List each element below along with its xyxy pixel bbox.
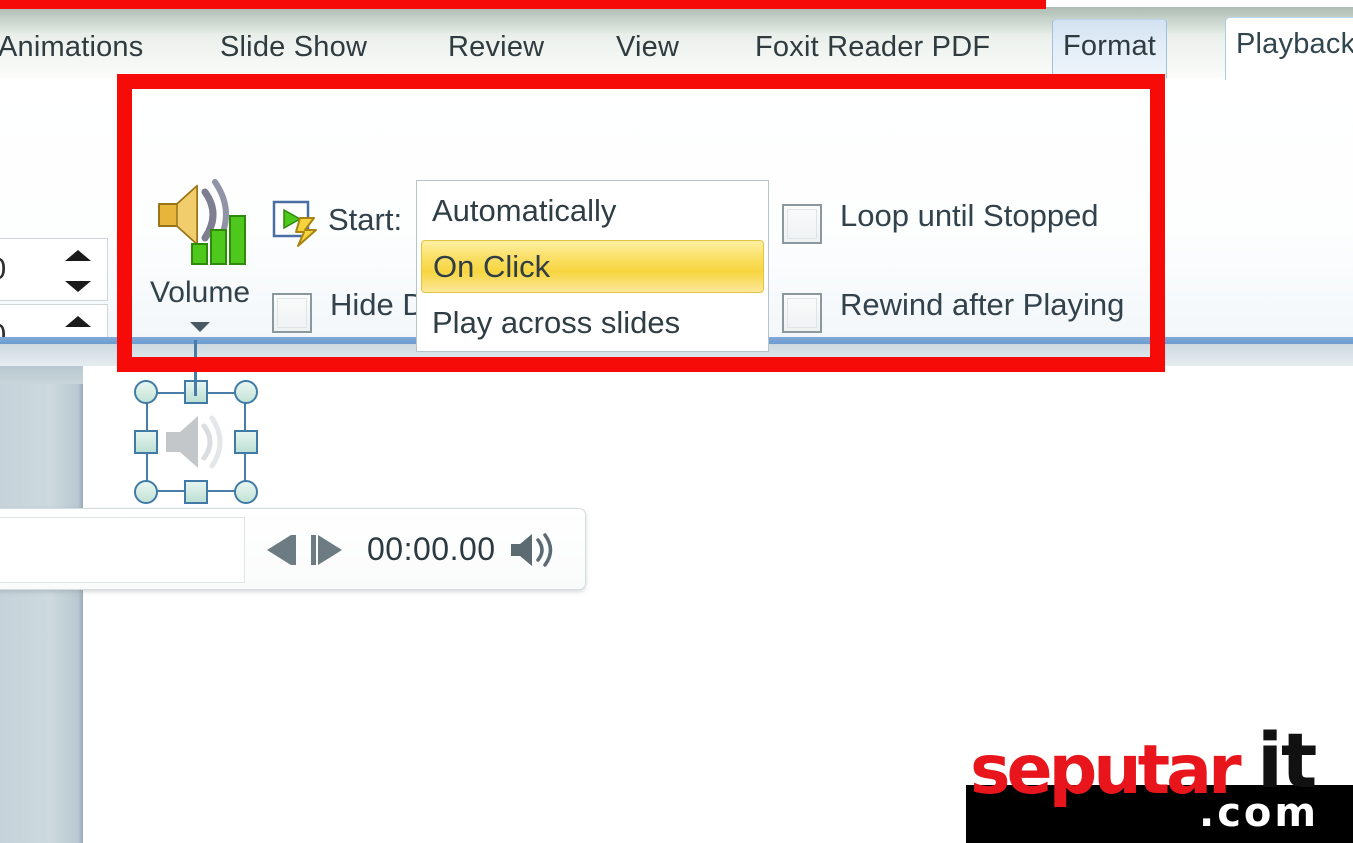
tab-slide-show-label: Slide Show (220, 31, 368, 63)
tab-slide-show[interactable]: Slide Show (210, 21, 377, 73)
dropdown-option-on-click[interactable]: On Click (421, 240, 764, 293)
chevron-down-icon[interactable] (190, 322, 210, 332)
audio-speaker-icon (160, 408, 232, 476)
tab-playback[interactable]: Playback (1225, 17, 1353, 80)
logo-word-seputar: seputar (970, 731, 1242, 810)
media-progress-track[interactable] (0, 517, 245, 583)
tab-format-label: Format (1063, 30, 1157, 62)
dropdown-option-automatically[interactable]: Automatically (421, 184, 764, 237)
tab-animations-label: Animations (0, 31, 144, 63)
fade-in-stepper[interactable] (65, 250, 91, 292)
resize-handle-middle-right[interactable] (234, 430, 258, 454)
pane-top-shade (0, 366, 83, 384)
start-label: Start: (328, 202, 403, 237)
tab-view-label: View (616, 31, 680, 63)
resize-handle-middle-left[interactable] (134, 430, 158, 454)
skip-forward-icon[interactable] (305, 533, 349, 572)
tab-review[interactable]: Review (438, 21, 554, 73)
volume-button[interactable]: Volume (140, 174, 260, 359)
logo-domain: .com (1199, 790, 1320, 836)
checkbox-box[interactable] (272, 293, 312, 333)
stepper-up-icon[interactable] (65, 250, 91, 261)
stepper-down-icon[interactable] (65, 281, 91, 292)
dropdown-option-label: Automatically (432, 193, 617, 228)
tab-foxit-reader-pdf[interactable]: Foxit Reader PDF (745, 21, 1000, 73)
resize-handle-top-left[interactable] (134, 380, 158, 404)
tab-playback-label: Playback (1236, 28, 1353, 60)
speaker-icon[interactable] (507, 529, 559, 576)
slide-thumbnail-pane[interactable] (0, 366, 83, 843)
fade-in-spinner[interactable]: 0 (0, 238, 108, 301)
stepper-up-icon[interactable] (65, 316, 91, 327)
powerpoint-window: Animations Slide Show Review View Foxit … (0, 0, 1353, 843)
dropdown-option-label: Play across slides (432, 305, 681, 340)
resize-handle-top-right[interactable] (234, 380, 258, 404)
annotation-strip-top (0, 0, 1046, 9)
ribbon-tab-bar: Animations Slide Show Review View Foxit … (0, 7, 1353, 80)
checkbox-box[interactable] (782, 204, 822, 244)
tab-format[interactable]: Format (1052, 19, 1168, 80)
start-play-icon (272, 200, 320, 248)
loop-until-stopped-label: Loop until Stopped (840, 198, 1099, 233)
watermark-logo: seputar it .com (966, 719, 1353, 843)
tab-foxit-reader-pdf-label: Foxit Reader PDF (755, 31, 991, 63)
media-control-bar[interactable]: 00:00.00 (0, 508, 586, 590)
hide-during-show-label: Hide D (330, 287, 425, 322)
dropdown-option-play-across-slides[interactable]: Play across slides (421, 296, 764, 349)
resize-handle-bottom-right[interactable] (234, 480, 258, 504)
resize-handle-bottom-left[interactable] (134, 480, 158, 504)
start-dropdown-list[interactable]: Automatically On Click Play across slide… (416, 180, 769, 352)
resize-handle-bottom-center[interactable] (184, 480, 208, 504)
tab-animations[interactable]: Animations (0, 21, 153, 73)
logo-word-it: it (1257, 716, 1317, 805)
tab-review-label: Review (448, 31, 545, 63)
rewind-after-playing-label: Rewind after Playing (840, 287, 1125, 322)
annotation-pointer-line (194, 340, 197, 396)
tab-view[interactable]: View (606, 21, 689, 73)
media-time-display: 00:00.00 (367, 531, 496, 567)
fade-in-value: 0 (0, 251, 6, 287)
audio-clip-object[interactable] (134, 380, 258, 504)
checkbox-box[interactable] (782, 293, 822, 333)
skip-back-icon[interactable] (259, 533, 303, 572)
dropdown-option-label: On Click (433, 249, 551, 284)
volume-button-label: Volume (149, 276, 251, 309)
